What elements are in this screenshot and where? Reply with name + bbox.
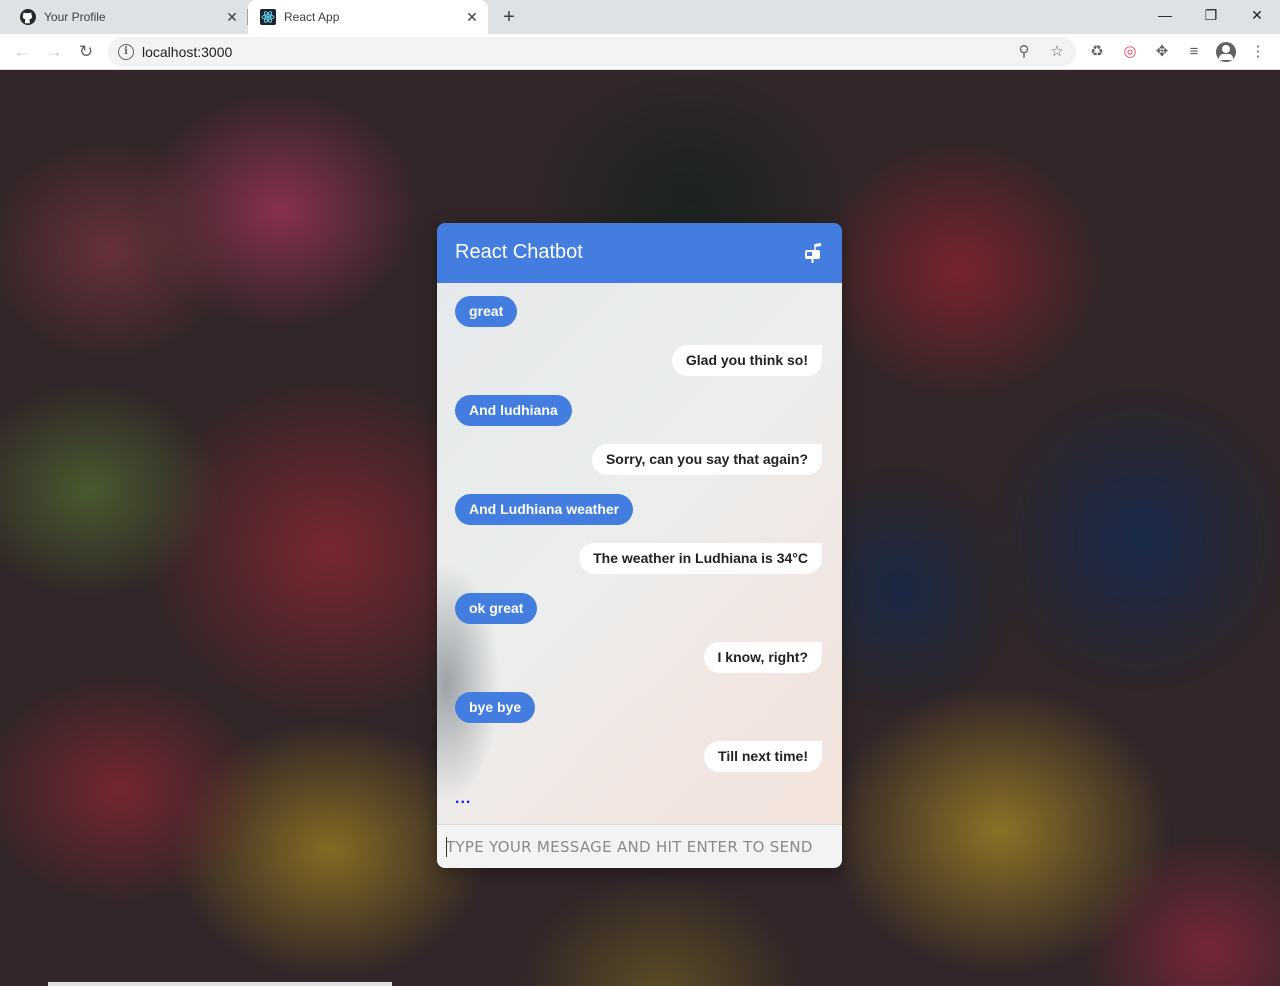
bot-message: Sorry, can you say that again? xyxy=(591,444,822,475)
react-icon xyxy=(260,9,276,25)
url-text[interactable]: localhost:3000 xyxy=(142,44,232,60)
github-icon xyxy=(20,9,36,25)
close-tab-icon[interactable]: ✕ xyxy=(464,9,480,25)
bookmark-star-icon[interactable]: ☆ xyxy=(1047,42,1067,62)
tab-title: React App xyxy=(284,10,340,24)
user-message: great xyxy=(455,296,518,327)
media-queue-icon[interactable]: ≡ xyxy=(1183,41,1205,63)
tab-react-app[interactable]: React App ✕ xyxy=(248,0,488,34)
address-bar[interactable]: i localhost:3000 ⚲ ☆ xyxy=(108,37,1076,67)
back-arrow-icon[interactable]: ← xyxy=(10,40,34,64)
reload-icon[interactable]: ↻ xyxy=(74,40,98,64)
chatbot-title: React Chatbot xyxy=(455,241,583,263)
browser-toolbar: ← → ↻ i localhost:3000 ⚲ ☆ ♻ ◎ ✥ ≡ ⋮ xyxy=(0,34,1280,70)
close-window-icon[interactable]: ✕ xyxy=(1243,4,1271,26)
recycle-extension-icon[interactable]: ♻ xyxy=(1086,41,1108,63)
profile-avatar-icon[interactable] xyxy=(1216,42,1236,62)
chat-input-bar xyxy=(437,824,842,868)
zoom-icon[interactable]: ⚲ xyxy=(1014,42,1034,62)
message-input[interactable] xyxy=(437,825,842,868)
user-message: And ludhiana xyxy=(455,395,572,426)
chatbot-widget: React Chatbot great Glad you think so! A… xyxy=(437,223,842,868)
typing-indicator: ... xyxy=(455,790,472,807)
tab-title: Your Profile xyxy=(44,10,106,24)
user-message: ok great xyxy=(455,593,538,624)
menu-dots-icon[interactable]: ⋮ xyxy=(1247,41,1269,63)
minimize-icon[interactable]: — xyxy=(1151,4,1179,26)
mailbox-icon xyxy=(803,241,823,263)
bot-message: Till next time! xyxy=(704,741,822,772)
site-info-icon[interactable]: i xyxy=(118,44,134,60)
bot-message: Glad you think so! xyxy=(671,345,822,376)
restore-icon[interactable]: ❐ xyxy=(1197,4,1225,26)
user-message: bye bye xyxy=(455,692,536,723)
chatbot-header: React Chatbot xyxy=(437,223,842,283)
bot-message: The weather in Ludhiana is 34°C xyxy=(579,543,822,574)
extension-icon[interactable]: ◎ xyxy=(1119,41,1141,63)
tab-your-profile[interactable]: Your Profile ✕ xyxy=(8,0,248,34)
chat-messages[interactable]: great Glad you think so! And ludhiana So… xyxy=(437,283,842,824)
new-tab-icon[interactable]: + xyxy=(498,6,520,28)
user-message: And Ludhiana weather xyxy=(455,494,634,525)
forward-arrow-icon[interactable]: → xyxy=(42,40,66,64)
puzzle-extensions-icon[interactable]: ✥ xyxy=(1151,41,1173,63)
horizontal-scrollbar[interactable] xyxy=(48,982,392,986)
tab-strip: Your Profile ✕ React App ✕ + — ❐ ✕ xyxy=(0,0,1280,34)
text-caret xyxy=(446,837,447,857)
bot-message: I know, right? xyxy=(703,642,822,673)
close-tab-icon[interactable]: ✕ xyxy=(224,9,240,25)
